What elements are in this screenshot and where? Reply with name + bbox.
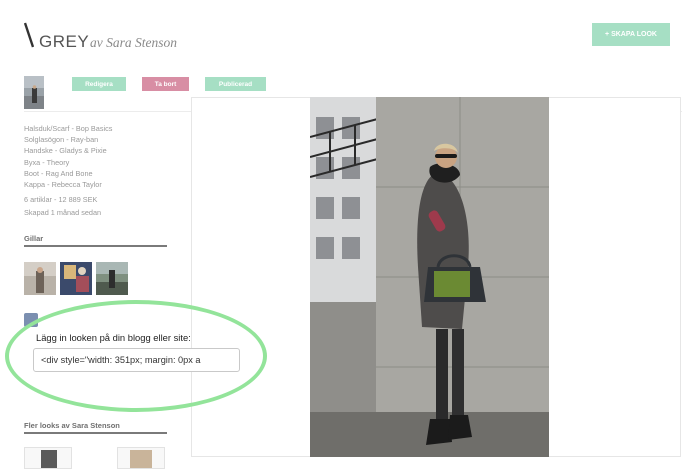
look-photo[interactable] [310, 97, 549, 457]
edit-button[interactable]: Redigera [72, 77, 126, 91]
create-look-button[interactable]: + SKAPA LOOK [592, 23, 670, 46]
logo-slash-icon [24, 22, 34, 48]
embed-code-input[interactable] [33, 348, 240, 372]
likes-divider [24, 245, 167, 247]
look-stats: 6 artiklar - 12 889 SEK [24, 195, 98, 204]
delete-button[interactable]: Ta bort [142, 77, 189, 91]
list-item[interactable]: Kappa - Rebecca Taylor [24, 179, 112, 190]
logo-text: GREY [39, 32, 90, 51]
list-item[interactable]: Byxa - Theory [24, 157, 112, 168]
more-look-thumbnail[interactable] [24, 447, 72, 469]
likes-title: Gillar [24, 234, 44, 243]
published-button[interactable]: Publicerad [205, 77, 266, 91]
author-byline[interactable]: av Sara Stenson [90, 35, 177, 51]
look-thumbnail[interactable] [24, 76, 44, 109]
list-item[interactable]: Boot - Rag And Bone [24, 168, 112, 179]
more-look-thumbnail[interactable] [117, 447, 165, 469]
list-item[interactable]: Handske - Gladys & Pixie [24, 145, 112, 156]
embed-label: Lägg in looken på din blogg eller site: [36, 332, 191, 343]
created-time: Skapad 1 månad sedan [24, 208, 102, 217]
list-item[interactable]: Halsduk/Scarf - Bop Basics [24, 123, 112, 134]
more-looks-divider [24, 432, 167, 434]
more-looks-title: Fler looks av Sara Stenson [24, 421, 120, 430]
facebook-icon[interactable] [24, 313, 38, 327]
liked-look-thumbnail[interactable] [60, 262, 92, 295]
item-list: Halsduk/Scarf - Bop Basics Solglasögon -… [24, 123, 112, 190]
liked-look-thumbnail[interactable] [96, 262, 128, 295]
list-item[interactable]: Solglasögon - Ray-ban [24, 134, 112, 145]
liked-look-thumbnail[interactable] [24, 262, 56, 295]
